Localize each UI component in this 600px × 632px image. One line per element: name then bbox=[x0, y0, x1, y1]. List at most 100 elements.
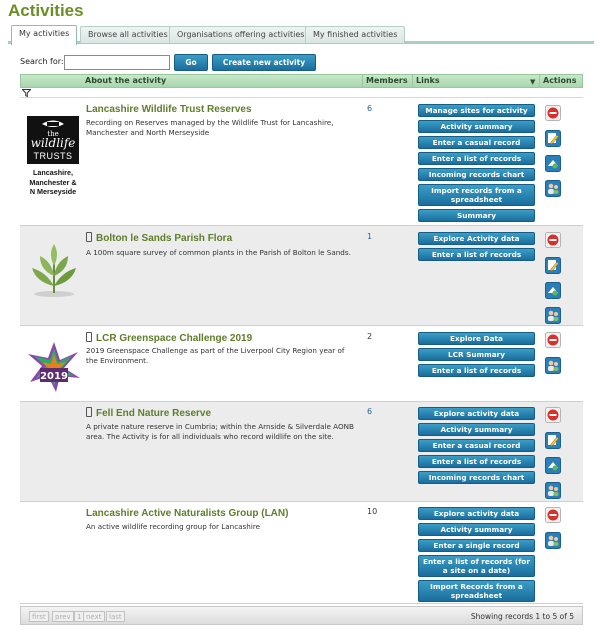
activity-title[interactable]: Bolton le Sands Parish Flora bbox=[86, 232, 232, 244]
members-icon[interactable] bbox=[545, 357, 561, 374]
logo-trusts: TRUSTS bbox=[33, 151, 73, 161]
activity-description: 2019 Greenspace Challenge as part of the… bbox=[86, 346, 345, 365]
delete-icon[interactable] bbox=[545, 232, 561, 249]
filter-row bbox=[20, 88, 583, 98]
summary-button[interactable]: Summary bbox=[418, 209, 535, 222]
members-icon[interactable] bbox=[545, 180, 561, 197]
plant-image bbox=[32, 244, 76, 297]
activity-title[interactable]: Lancashire Wildlife Trust Reserves bbox=[86, 104, 252, 115]
greenspace-challenge-logo: 2019 bbox=[28, 342, 80, 392]
import-records-button[interactable]: Import records from a spreadsheet bbox=[418, 184, 535, 206]
activity-description: An active wildlife recording group for L… bbox=[86, 522, 261, 531]
incoming-records-chart-button[interactable]: Incoming records chart bbox=[418, 168, 535, 181]
pager-first: first bbox=[29, 611, 49, 622]
activity-description: A private nature reserve in Cumbria; wit… bbox=[86, 422, 354, 441]
activity-title-text: LCR Greenspace Challenge 2019 bbox=[96, 333, 253, 344]
links-group: Explore Data LCR Summary Enter a list of… bbox=[418, 332, 535, 380]
links-group: Explore Activity data Enter a list of re… bbox=[418, 232, 535, 264]
actions-group bbox=[545, 407, 563, 507]
edit-icon[interactable] bbox=[545, 257, 561, 274]
lcr-summary-button[interactable]: LCR Summary bbox=[418, 348, 535, 361]
activity-summary-button[interactable]: Activity summary bbox=[418, 423, 535, 436]
delete-icon[interactable] bbox=[545, 332, 561, 349]
members-count[interactable]: 1 bbox=[367, 232, 372, 241]
logo-caption: Lancashire, Manchester & N Merseyside bbox=[22, 168, 84, 197]
delete-icon[interactable] bbox=[545, 105, 561, 122]
header-about[interactable]: About the activity bbox=[85, 75, 166, 87]
logo-wildlife: wildlife bbox=[30, 136, 76, 150]
go-button[interactable]: Go bbox=[174, 54, 208, 71]
tab-bar: My activities Browse all activities Orga… bbox=[8, 24, 594, 45]
table-header: About the activity Members Links ▼ Actio… bbox=[20, 74, 583, 88]
header-actions: Actions bbox=[539, 75, 576, 87]
explore-activity-data-button[interactable]: Explore activity data bbox=[418, 507, 535, 520]
enter-list-of-records-button[interactable]: Enter a list of records bbox=[418, 364, 535, 377]
delete-icon[interactable] bbox=[545, 407, 561, 424]
tab-my-finished-activities[interactable]: My finished activities bbox=[305, 26, 406, 43]
enter-list-of-records-button[interactable]: Enter a list of records bbox=[418, 455, 535, 468]
header-links: Links bbox=[412, 75, 539, 87]
table-row: Lancashire Active Naturalists Group (LAN… bbox=[20, 502, 583, 604]
header-members[interactable]: Members bbox=[362, 75, 412, 87]
members-icon[interactable] bbox=[545, 532, 561, 549]
activity-title-text: Bolton le Sands Parish Flora bbox=[96, 233, 233, 244]
share-icon[interactable] bbox=[545, 457, 561, 474]
enter-list-of-records-button[interactable]: Enter a list of records bbox=[418, 248, 535, 261]
tab-my-activities[interactable]: My activities bbox=[11, 25, 78, 45]
logo-year: 2019 bbox=[40, 371, 68, 382]
activity-title[interactable]: Lancashire Active Naturalists Group (LAN… bbox=[86, 508, 288, 519]
table-footer: first prev 1 next last Showing records 1… bbox=[20, 606, 583, 625]
table-row: the wildlife TRUSTS Lancashire, Manchest… bbox=[20, 99, 583, 226]
links-dropdown-icon[interactable]: ▼ bbox=[530, 76, 535, 88]
mobile-phone-icon bbox=[86, 232, 92, 242]
create-new-activity-button[interactable]: Create new activity bbox=[212, 54, 316, 71]
share-icon[interactable] bbox=[545, 155, 561, 172]
enter-casual-record-button[interactable]: Enter a casual record bbox=[418, 439, 535, 452]
activity-title[interactable]: Fell End Nature Reserve bbox=[86, 407, 211, 419]
enter-single-record-button[interactable]: Enter a single record bbox=[418, 539, 535, 552]
explore-data-button[interactable]: Explore Data bbox=[418, 332, 535, 345]
enter-list-for-site-button[interactable]: Enter a list of records (for a site on a… bbox=[418, 555, 535, 577]
tab-organisations-offering-activities[interactable]: Organisations offering activities bbox=[169, 26, 313, 43]
activity-summary-button[interactable]: Activity summary bbox=[418, 523, 535, 536]
caption-line: Manchester & bbox=[29, 177, 77, 187]
explore-activity-data-button[interactable]: Explore Activity data bbox=[418, 232, 535, 245]
members-icon[interactable] bbox=[545, 482, 561, 499]
table-row: Fell End Nature Reserve A private nature… bbox=[20, 402, 583, 502]
delete-icon[interactable] bbox=[545, 507, 561, 524]
caption-line: Lancashire, bbox=[33, 168, 73, 177]
records-summary: Showing records 1 to 5 of 5 bbox=[470, 612, 574, 621]
edit-icon[interactable] bbox=[545, 432, 561, 449]
activity-title-text: Fell End Nature Reserve bbox=[96, 408, 212, 419]
search-input[interactable] bbox=[64, 55, 170, 70]
members-icon[interactable] bbox=[545, 307, 561, 324]
pager-next: next bbox=[83, 611, 105, 622]
incoming-records-chart-button[interactable]: Incoming records chart bbox=[418, 471, 535, 484]
activity-description: Recording on Reserves managed by the Wil… bbox=[86, 118, 334, 137]
table-row: 2019 LCR Greenspace Challenge 2019 2019 … bbox=[20, 326, 583, 402]
activity-description: A 100m square survey of common plants in… bbox=[86, 248, 351, 257]
edit-icon[interactable] bbox=[545, 130, 561, 147]
actions-group bbox=[545, 232, 563, 332]
page-title: Activities bbox=[8, 1, 84, 20]
table-row: Bolton le Sands Parish Flora A 100m squa… bbox=[20, 226, 583, 326]
actions-group bbox=[545, 507, 563, 557]
activity-summary-button[interactable]: Activity summary bbox=[418, 120, 535, 133]
enter-list-of-records-button[interactable]: Enter a list of records bbox=[418, 152, 535, 165]
manage-sites-button[interactable]: Manage sites for activity bbox=[418, 104, 535, 117]
pager-last: last bbox=[106, 611, 125, 622]
explore-activity-data-button[interactable]: Explore activity data bbox=[418, 407, 535, 420]
tab-browse-all-activities[interactable]: Browse all activities bbox=[80, 26, 176, 43]
members-count: 2 bbox=[367, 332, 373, 341]
filter-icon[interactable] bbox=[22, 89, 31, 97]
members-count[interactable]: 6 bbox=[367, 104, 372, 113]
caption-line: N Merseyside bbox=[29, 187, 77, 196]
actions-group bbox=[545, 105, 563, 205]
members-count[interactable]: 6 bbox=[367, 407, 372, 416]
import-records-button[interactable]: Import Records from a spreadsheet bbox=[418, 580, 535, 602]
wildlife-trust-logo: the wildlife TRUSTS bbox=[27, 116, 79, 164]
activity-title[interactable]: LCR Greenspace Challenge 2019 bbox=[86, 332, 252, 344]
links-group: Manage sites for activity Activity summa… bbox=[418, 104, 535, 225]
enter-casual-record-button[interactable]: Enter a casual record bbox=[418, 136, 535, 149]
share-icon[interactable] bbox=[545, 282, 561, 299]
